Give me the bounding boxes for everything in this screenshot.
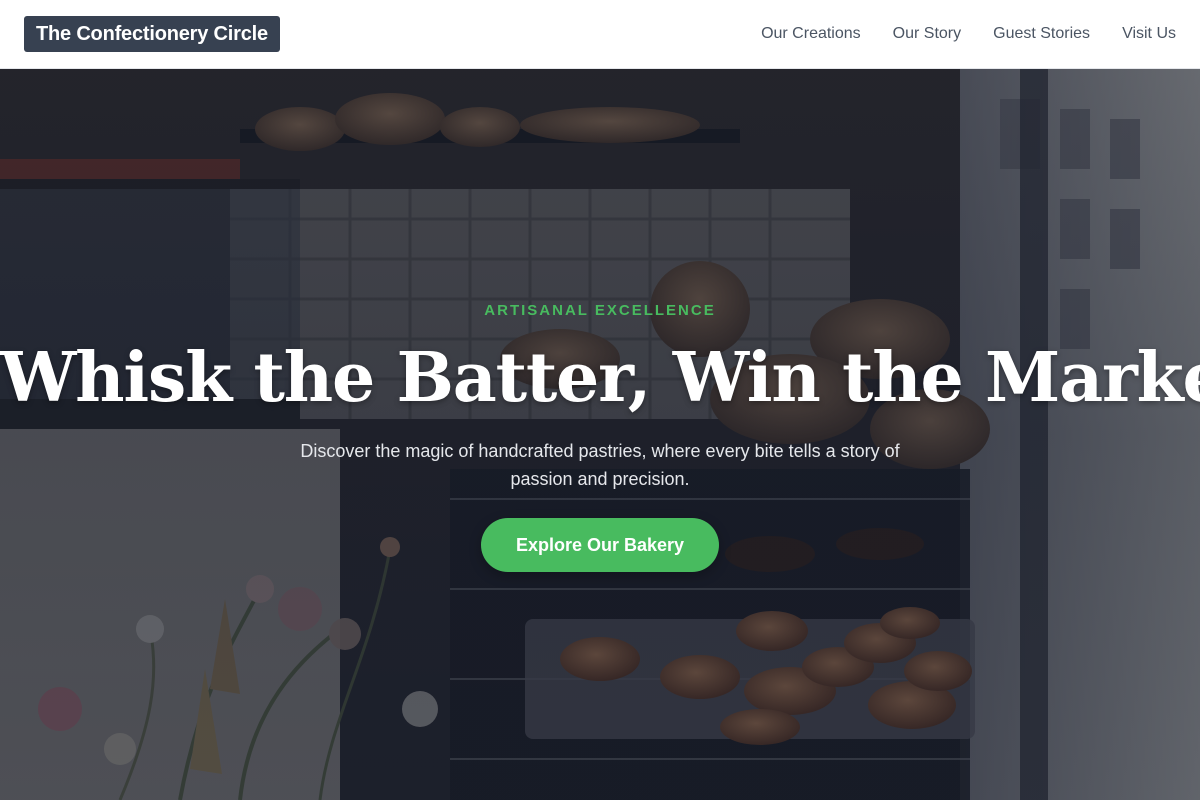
hero-content: ARTISANAL EXCELLENCE Whisk the Batter, W… bbox=[0, 69, 1200, 800]
nav-link-our-story[interactable]: Our Story bbox=[893, 25, 961, 43]
nav-link-our-creations[interactable]: Our Creations bbox=[761, 25, 861, 43]
hero-eyebrow: ARTISANAL EXCELLENCE bbox=[484, 302, 716, 319]
hero-section: ARTISANAL EXCELLENCE Whisk the Batter, W… bbox=[0, 69, 1200, 800]
explore-bakery-button[interactable]: Explore Our Bakery bbox=[481, 518, 719, 572]
brand-logo[interactable]: The Confectionery Circle bbox=[24, 16, 280, 52]
site-header: The Confectionery Circle Our Creations O… bbox=[0, 0, 1200, 69]
hero-subheadline: Discover the magic of handcrafted pastri… bbox=[300, 441, 900, 489]
hero-headline: Whisk the Batter, Win the Market. bbox=[0, 338, 1200, 418]
nav-link-visit-us[interactable]: Visit Us bbox=[1122, 25, 1176, 43]
main-nav: Our Creations Our Story Guest Stories Vi… bbox=[761, 25, 1176, 43]
nav-link-guest-stories[interactable]: Guest Stories bbox=[993, 25, 1090, 43]
